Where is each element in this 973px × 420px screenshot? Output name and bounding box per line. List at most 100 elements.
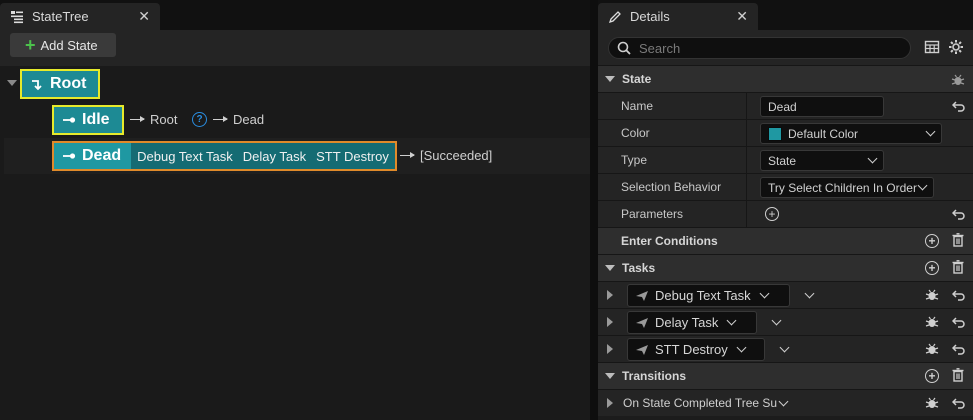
chevron-down-icon (736, 342, 747, 353)
category-state[interactable]: State (598, 65, 973, 92)
add-parameter-icon[interactable]: + (765, 207, 779, 221)
reset-icon[interactable] (952, 289, 965, 301)
tree-row-root[interactable]: Root (4, 66, 590, 102)
property-label: Name (621, 99, 654, 113)
statetree-toolbar: + Add State (0, 30, 590, 66)
arrow-right-icon (400, 152, 415, 158)
collapse-arrow-icon[interactable] (605, 265, 615, 271)
state-label-root: Root (50, 75, 87, 92)
name-field[interactable]: Dead (760, 96, 884, 117)
send-icon (635, 290, 649, 302)
reset-icon[interactable] (952, 208, 965, 220)
category-tasks[interactable]: Tasks + (598, 254, 973, 281)
details-panel: Details ✕ State Name (598, 0, 973, 420)
close-icon[interactable]: ✕ (736, 8, 748, 25)
expand-arrow-icon[interactable] (607, 317, 613, 327)
debug-icon[interactable] (925, 288, 939, 302)
color-dropdown[interactable]: Default Color (760, 123, 942, 144)
leaf-state-icon (62, 115, 76, 125)
tab-details[interactable]: Details ✕ (598, 3, 758, 30)
collapse-arrow-icon[interactable] (605, 76, 615, 82)
transition-row[interactable]: On State Completed Tree Su (598, 389, 973, 416)
category-enter-conditions[interactable]: Enter Conditions + (598, 227, 973, 254)
debug-icon[interactable] (925, 315, 939, 329)
collapse-arrow-icon[interactable] (7, 80, 17, 86)
add-task-icon[interactable]: + (925, 261, 939, 275)
chevron-down-icon (726, 315, 737, 326)
table-view-icon[interactable] (924, 39, 940, 55)
reset-icon[interactable] (952, 316, 965, 328)
task-row: Debug Text Task (598, 281, 973, 308)
tab-label: StateTree (32, 9, 89, 24)
chevron-down-icon[interactable] (778, 396, 789, 407)
state-label-idle: Idle (82, 111, 110, 128)
expand-arrow-icon[interactable] (607, 290, 613, 300)
category-transitions[interactable]: Transitions + (598, 362, 973, 389)
add-condition-icon[interactable]: + (925, 234, 939, 248)
statetree-panel: StateTree ✕ + Add State Root Idle Root ?… (0, 0, 590, 420)
property-color: Color Default Color (598, 119, 973, 146)
task-selector[interactable]: Debug Text Task (627, 284, 790, 307)
search-box[interactable] (608, 37, 911, 59)
transition-target: Dead (233, 112, 265, 127)
chevron-down-icon[interactable] (779, 342, 790, 353)
property-name: Name Dead (598, 92, 973, 119)
add-state-label: Add State (40, 37, 98, 53)
search-input[interactable] (639, 40, 889, 56)
dropdown-value: Default Color (788, 126, 859, 141)
task-selector[interactable]: STT Destroy (627, 338, 765, 361)
close-icon[interactable]: ✕ (138, 8, 150, 25)
selection-behavior-dropdown[interactable]: Try Select Children In Order (760, 177, 934, 198)
state-node-dead[interactable]: Dead Debug Text Task Delay Task STT Dest… (52, 141, 397, 171)
trash-icon[interactable] (952, 233, 964, 247)
task-label: Debug Text Task (137, 148, 233, 164)
category-label: Tasks (622, 261, 656, 275)
chevron-down-icon[interactable] (804, 288, 815, 299)
state-node-idle[interactable]: Idle (52, 105, 124, 135)
statetree-icon (10, 10, 24, 24)
help-icon[interactable]: ? (192, 112, 207, 127)
expand-arrow-icon[interactable] (607, 344, 613, 354)
collapse-arrow-icon[interactable] (605, 373, 615, 379)
tree-row-dead[interactable]: Dead Debug Text Task Delay Task STT Dest… (4, 138, 590, 174)
trash-icon[interactable] (952, 260, 964, 274)
property-selection-behavior: Selection Behavior Try Select Children I… (598, 173, 973, 200)
details-tab-bar: Details ✕ (598, 0, 973, 30)
reset-icon[interactable] (952, 397, 965, 409)
arrow-right-icon (213, 116, 228, 122)
debug-icon[interactable] (951, 73, 965, 87)
color-swatch (768, 126, 782, 141)
panel-splitter[interactable] (590, 0, 598, 420)
dropdown-value: State (768, 153, 797, 168)
pencil-icon (608, 10, 622, 24)
trash-icon[interactable] (952, 368, 964, 382)
idle-transition-root: Root (130, 112, 177, 127)
property-label: Type (621, 153, 648, 167)
expand-arrow-icon[interactable] (607, 398, 613, 408)
chevron-down-icon[interactable] (771, 315, 782, 326)
reset-icon[interactable] (952, 343, 965, 355)
category-label: State (622, 72, 652, 86)
plus-icon: + (25, 35, 36, 55)
property-type: Type State (598, 146, 973, 173)
task-label: Delay Task (242, 148, 307, 164)
type-dropdown[interactable]: State (760, 150, 884, 171)
add-state-button[interactable]: + Add State (10, 33, 116, 57)
task-selector[interactable]: Delay Task (627, 311, 757, 334)
debug-icon[interactable] (925, 396, 939, 410)
task-name: STT Destroy (655, 342, 728, 357)
entry-arrow-icon (30, 77, 44, 91)
task-name: Delay Task (655, 315, 719, 330)
reset-icon[interactable] (952, 100, 965, 112)
add-transition-icon[interactable]: + (925, 369, 939, 383)
chevron-down-icon (925, 126, 936, 137)
debug-icon[interactable] (925, 342, 939, 356)
task-label: STT Destroy (316, 148, 389, 164)
gear-icon[interactable] (948, 39, 964, 55)
state-node-root[interactable]: Root (20, 69, 101, 99)
dead-task-list: Debug Text Task Delay Task STT Destroy (131, 143, 395, 169)
tree-row-idle[interactable]: Idle Root ? Dead (4, 102, 590, 138)
idle-transition-dead: ? Dead (192, 112, 264, 127)
tab-statetree[interactable]: StateTree ✕ (0, 3, 160, 30)
property-label: Color (621, 126, 650, 140)
